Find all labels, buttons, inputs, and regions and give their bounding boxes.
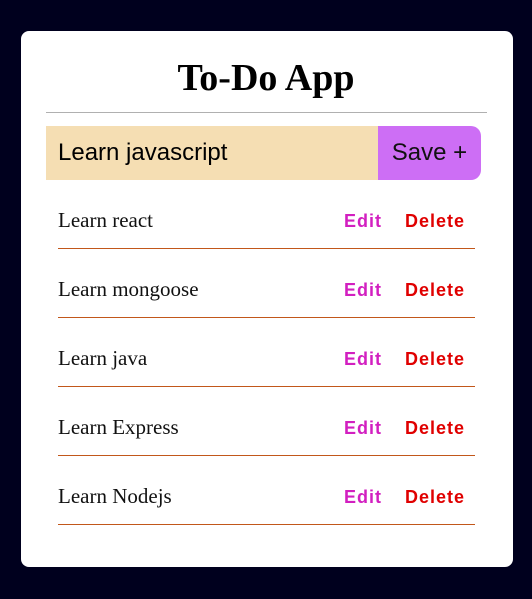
delete-button[interactable]: Delete [405,348,465,370]
save-button[interactable]: Save + [378,126,481,180]
todo-item: Learn react Edit Delete [58,180,475,249]
edit-button[interactable]: Edit [344,348,382,370]
title-divider [46,112,487,113]
todo-item: Learn Nodejs Edit Delete [58,456,475,525]
todo-text: Learn Nodejs [58,484,172,508]
todo-item: Learn mongoose Edit Delete [58,249,475,318]
todo-item: Learn java Edit Delete [58,318,475,387]
todo-list: Learn react Edit Delete Learn mongoose E… [58,180,475,525]
todo-text: Learn java [58,346,148,370]
todo-input[interactable] [46,126,378,180]
app-title: To-Do App [177,57,355,99]
edit-button[interactable]: Edit [344,417,382,439]
delete-button[interactable]: Delete [405,279,465,301]
edit-button[interactable]: Edit [344,486,382,508]
edit-button[interactable]: Edit [344,279,382,301]
todo-text: Learn react [58,208,154,232]
delete-button[interactable]: Delete [405,486,465,508]
delete-button[interactable]: Delete [405,210,465,232]
todo-text: Learn Express [58,415,179,439]
add-todo-form: Save + [46,126,481,180]
delete-button[interactable]: Delete [405,417,465,439]
todo-text: Learn mongoose [58,277,199,301]
edit-button[interactable]: Edit [344,210,382,232]
todo-item: Learn Express Edit Delete [58,387,475,456]
